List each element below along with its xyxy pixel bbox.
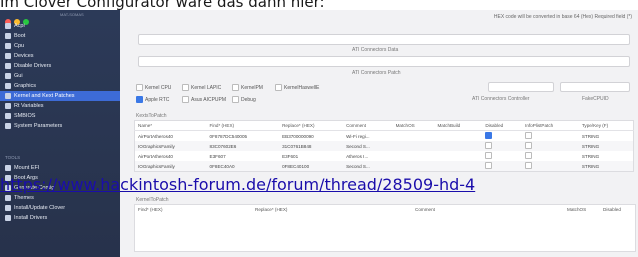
infoplist-checkbox[interactable] xyxy=(525,162,533,169)
gui-icon xyxy=(5,73,11,79)
sidebar-item-gui[interactable]: Gui xyxy=(0,71,120,81)
devices-icon xyxy=(5,53,11,59)
col-name[interactable]: Name* xyxy=(134,120,207,131)
ati-connectors-data-field[interactable] xyxy=(138,56,630,67)
table-row[interactable]: AirPortAtheros40 E3F607 E3F601 Atheros I… xyxy=(135,151,634,161)
ati-connectors-patch-label: ATI Connectors Patch xyxy=(352,70,401,76)
table-row[interactable]: AirPortAtheros40 0F8787DC540005 EB370000… xyxy=(135,131,634,142)
hex-note: HEX code will be converted in base 64 (H… xyxy=(493,14,632,20)
disabled-checkbox[interactable] xyxy=(485,142,493,149)
download-icon xyxy=(5,205,11,211)
sidebar-item-system-parameters[interactable]: System Parameters xyxy=(0,121,120,131)
sidebar-tool-themes[interactable]: Themes xyxy=(0,193,120,203)
disabled-checkbox[interactable] xyxy=(485,162,493,169)
col-comment[interactable]: Comment xyxy=(343,120,393,131)
col-matchbuild[interactable]: MatchBuild xyxy=(434,120,483,131)
sidebar-item-smbios[interactable]: SMBIOS xyxy=(0,111,120,121)
sidebar-item-cpu[interactable]: Cpu xyxy=(0,41,120,51)
col-replace[interactable]: Replace* (HEX) xyxy=(279,120,344,131)
acpi-icon xyxy=(5,23,11,29)
sidebar: MAT-SOMAS Acpi Boot Cpu Devices Disable … xyxy=(0,10,120,257)
col-disabled[interactable]: Disabled xyxy=(603,207,621,212)
kernel-to-patch-label: KernelToPatch xyxy=(136,197,169,203)
asus-aicpupm-checkbox[interactable]: Asus AICPUPM xyxy=(182,96,226,103)
col-matchos[interactable]: MatchOS xyxy=(392,120,435,131)
col-type[interactable]: Type/Key (F) xyxy=(578,120,634,131)
kernel-patches-icon xyxy=(5,93,11,99)
table-row[interactable]: IOGraphicsFamily 0F8EC40A0 0F8EC40100 Se… xyxy=(134,161,634,172)
fake-cpuid-field[interactable] xyxy=(560,82,630,92)
sidebar-item-disable-drivers[interactable]: Disable Drivers xyxy=(0,61,120,71)
sidebar-tool-mount-efi[interactable]: Mount EFI xyxy=(0,163,120,173)
col-infoplist[interactable]: InfoPlistPatch xyxy=(522,120,579,131)
forum-thread-link[interactable]: https://www.hackintosh-forum.de/forum/th… xyxy=(0,175,475,194)
kexts-to-patch-label: KextsToPatch xyxy=(136,113,167,119)
kernel-haswell-e-checkbox[interactable]: KernelHaswellE xyxy=(275,84,319,91)
col-matchos[interactable]: MatchOS xyxy=(567,207,586,212)
debug-checkbox[interactable]: Debug xyxy=(232,96,256,103)
app-title: MAT-SOMAS xyxy=(60,12,84,17)
system-parameters-icon xyxy=(5,123,11,129)
table-row[interactable]: IOGraphicsFamily 83C07602E6 31C0761B848 … xyxy=(134,141,634,151)
apple-rtc-checkbox[interactable]: Apple RTC xyxy=(136,96,169,103)
drivers-icon xyxy=(5,215,11,221)
ati-connectors-data-label: ATI Connectors Data xyxy=(352,47,399,53)
boot-icon xyxy=(5,33,11,39)
infoplist-checkbox[interactable] xyxy=(525,152,533,159)
kernel-lapic-checkbox[interactable]: Kernel LAPIC xyxy=(182,84,221,91)
infoplist-checkbox[interactable] xyxy=(525,132,533,139)
clover-configurator-window: MAT-SOMAS Acpi Boot Cpu Devices Disable … xyxy=(0,10,638,257)
disabled-checkbox[interactable] xyxy=(485,152,493,159)
col-replace[interactable]: Replace* (HEX) xyxy=(255,207,287,212)
sidebar-tool-install-drivers[interactable]: Install Drivers xyxy=(0,213,120,223)
sidebar-item-graphics[interactable]: Graphics xyxy=(0,81,120,91)
smbios-icon xyxy=(5,113,11,119)
kernel-to-patch-table: Find* (HEX) Replace* (HEX) Comment Match… xyxy=(134,204,636,252)
sidebar-item-devices[interactable]: Devices xyxy=(0,51,120,61)
cpu-icon xyxy=(5,43,11,49)
disable-drivers-icon xyxy=(5,63,11,69)
sidebar-item-kernel-kext-patches[interactable]: Kernel and Kext Patches xyxy=(0,91,120,101)
kexts-to-patch-table: Name* Find* (HEX) Replace* (HEX) Comment… xyxy=(134,120,634,172)
mount-efi-icon xyxy=(5,165,11,171)
ati-controller-field[interactable] xyxy=(488,82,554,92)
rt-variables-icon xyxy=(5,103,11,109)
ati-controller-label: ATI Connectors Controller xyxy=(472,96,530,102)
kernel-cpu-checkbox[interactable]: Kernel CPU xyxy=(136,84,171,91)
col-comment[interactable]: Comment xyxy=(415,207,435,212)
tools-section-label: TOOLS xyxy=(5,155,21,160)
kernelpm-checkbox[interactable]: KernelPM xyxy=(232,84,263,91)
col-disabled[interactable]: Disabled xyxy=(482,120,523,131)
main-panel: HEX code will be converted in base 64 (H… xyxy=(120,10,638,257)
themes-icon xyxy=(5,195,11,201)
fake-cpuid-label: FakeCPUID xyxy=(582,96,609,102)
graphics-icon xyxy=(5,83,11,89)
sidebar-item-rt-variables[interactable]: Rt Variables xyxy=(0,101,120,111)
sidebar-item-acpi[interactable]: Acpi xyxy=(0,21,120,31)
infoplist-checkbox[interactable] xyxy=(525,142,533,149)
ati-connectors-data-field-top[interactable] xyxy=(138,34,630,45)
sidebar-tool-install-update-clover[interactable]: Install/Update Clover xyxy=(0,203,120,213)
disabled-checkbox[interactable] xyxy=(485,132,493,139)
col-find[interactable]: Find* (HEX) xyxy=(138,207,163,212)
col-find[interactable]: Find* (HEX) xyxy=(206,120,280,131)
sidebar-item-boot[interactable]: Boot xyxy=(0,31,120,41)
